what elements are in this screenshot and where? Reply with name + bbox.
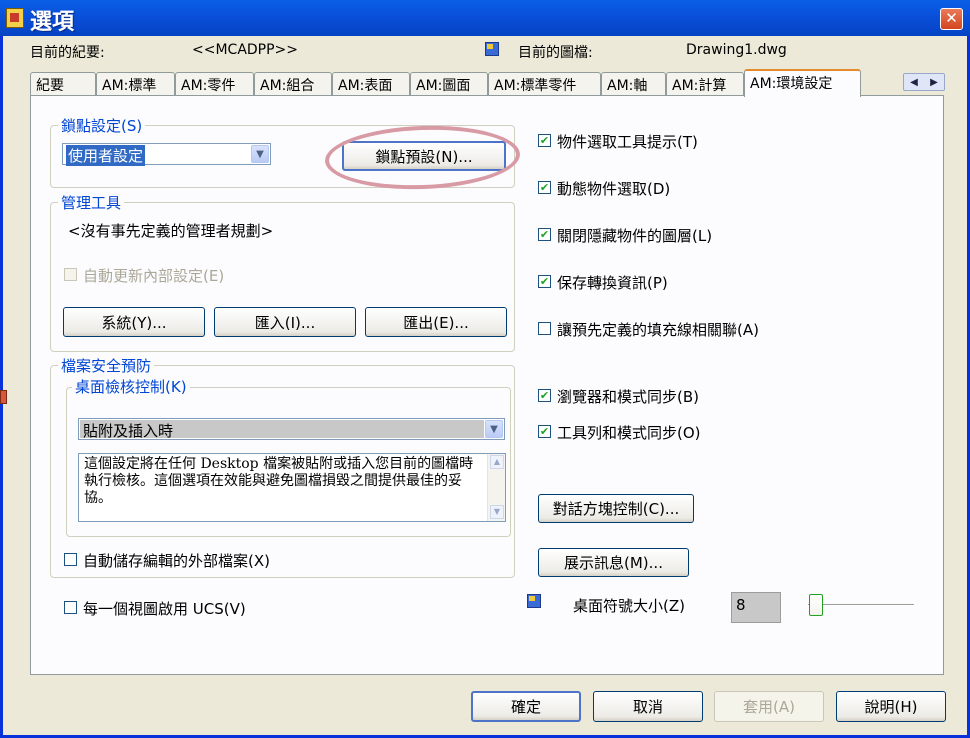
scroll-down-icon[interactable]: ▼ <box>490 505 504 519</box>
option-label-5: 瀏覽器和模式同步(B) <box>557 388 699 406</box>
window-title: 選項 <box>30 10 75 35</box>
export-button[interactable]: 匯出(E)... <box>365 307 507 337</box>
autosave-xref-label: 自動儲存編輯的外部檔案(X) <box>83 552 270 570</box>
desktop-check-legend: 桌面檢核控制(K) <box>72 376 190 397</box>
lock-settings-legend: 鎖點設定(S) <box>58 115 146 136</box>
symbol-size-label: 桌面符號大小(Z) <box>573 597 685 615</box>
lock-settings-combo[interactable]: 使用者設定 ▼ <box>62 143 271 166</box>
tab-am-standard[interactable]: AM:標準 <box>96 72 175 95</box>
scroll-up-icon[interactable]: ▲ <box>490 455 504 469</box>
system-button[interactable]: 系統(Y)... <box>63 307 205 337</box>
lock-settings-combo-value: 使用者設定 <box>66 145 146 166</box>
option-checkbox-2[interactable]: ✔ <box>538 228 551 241</box>
window-frame-left <box>0 36 3 738</box>
description-scrollbar[interactable]: ▲ ▼ <box>487 454 505 521</box>
desktop-check-description: 這個設定將在任何 Desktop 檔案被貼附或插入您目前的圖檔時執行檢核。這個選… <box>78 453 506 522</box>
tab-am-calculation[interactable]: AM:計算 <box>666 72 744 95</box>
app-icon <box>6 8 24 28</box>
tab-scroll-buttons[interactable]: ◀ ▶ <box>903 73 945 91</box>
tab-am-drawing[interactable]: AM:圖面 <box>410 72 488 95</box>
ucs-per-viewport-checkbox[interactable] <box>64 601 77 614</box>
desktop-check-combo[interactable]: 貼附及插入時 ▼ <box>78 418 505 440</box>
tab-am-standard-parts[interactable]: AM:標準零件 <box>488 72 601 95</box>
import-button[interactable]: 匯入(I)... <box>214 307 356 337</box>
show-messages-button[interactable]: 展示訊息(M)... <box>538 548 689 577</box>
title-bar: 選項 ✕ <box>0 0 970 36</box>
option-label-2: 關閉隱藏物件的圖層(L) <box>557 227 713 245</box>
tab-profiles[interactable]: 紀要 <box>30 72 96 95</box>
option-label-1: 動態物件選取(D) <box>557 180 671 198</box>
auto-update-label: 自動更新內部設定(E) <box>83 267 225 285</box>
cancel-button[interactable]: 取消 <box>593 691 703 722</box>
option-label-0: 物件選取工具提示(T) <box>557 133 698 151</box>
current-drawing-label: 目前的圖檔: <box>518 45 593 61</box>
file-security-legend: 檔案安全預防 <box>58 355 155 376</box>
option-checkbox-4[interactable] <box>538 322 551 335</box>
tab-am-part[interactable]: AM:零件 <box>175 72 254 95</box>
current-drawing-value: Drawing1.dwg <box>686 42 787 58</box>
option-checkbox-6[interactable]: ✔ <box>538 425 551 438</box>
option-label-6: 工具列和模式同步(O) <box>557 424 701 442</box>
desktop-check-combo-value: 貼附及插入時 <box>80 420 484 440</box>
symbol-size-icon <box>527 594 541 608</box>
edge-icon <box>0 390 7 404</box>
tab-am-assembly[interactable]: AM:組合 <box>254 72 332 95</box>
tab-scroll-left-icon[interactable]: ◀ <box>910 77 918 88</box>
chevron-down-icon[interactable]: ▼ <box>251 145 269 163</box>
option-label-3: 保存轉換資訊(P) <box>557 274 668 292</box>
symbol-size-slider-thumb[interactable] <box>809 594 823 616</box>
option-checkbox-0[interactable]: ✔ <box>538 134 551 147</box>
current-profile-label: 目前的紀要: <box>30 45 105 61</box>
dialog-control-button[interactable]: 對話方塊控制(C)... <box>538 494 694 523</box>
current-profile-value: <<MCADPP>> <box>192 42 299 58</box>
auto-update-checkbox[interactable] <box>64 268 77 281</box>
admin-tools-legend: 管理工具 <box>58 192 125 213</box>
help-button[interactable]: 說明(H) <box>836 691 946 722</box>
ucs-per-viewport-label: 每一個視圖啟用 UCS(V) <box>83 600 246 618</box>
apply-button[interactable]: 套用(A) <box>714 691 824 722</box>
tab-am-environment[interactable]: AM:環境設定 <box>744 69 861 97</box>
drawing-icon <box>485 42 499 56</box>
symbol-size-slider-track[interactable] <box>808 604 914 606</box>
chevron-down-icon[interactable]: ▼ <box>485 420 503 438</box>
admin-no-rules-text: <沒有事先定義的管理者規劃> <box>68 222 274 240</box>
description-text: 這個設定將在任何 Desktop 檔案被貼附或插入您目前的圖檔時執行檢核。這個選… <box>84 456 474 506</box>
option-checkbox-3[interactable]: ✔ <box>538 275 551 288</box>
tab-am-shaft[interactable]: AM:軸 <box>601 72 666 95</box>
option-label-4: 讓預先定義的填充線相關聯(A) <box>557 321 759 339</box>
symbol-size-value[interactable]: 8 <box>731 592 781 623</box>
option-checkbox-1[interactable]: ✔ <box>538 181 551 194</box>
tab-scroll-right-icon[interactable]: ▶ <box>930 77 938 88</box>
option-checkbox-5[interactable]: ✔ <box>538 389 551 402</box>
tab-am-surface[interactable]: AM:表面 <box>332 72 410 95</box>
autosave-xref-checkbox[interactable] <box>64 553 77 566</box>
close-button[interactable]: ✕ <box>940 8 963 30</box>
ok-button[interactable]: 確定 <box>471 691 581 722</box>
